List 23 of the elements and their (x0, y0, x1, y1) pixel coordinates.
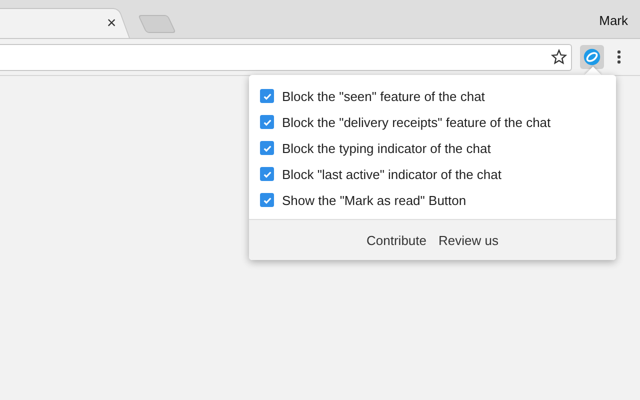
checkmark-icon (262, 196, 272, 204)
checkbox[interactable] (260, 115, 274, 129)
checkbox[interactable] (260, 89, 274, 103)
browser-tab[interactable]: × (0, 8, 130, 38)
checkmark-icon (262, 118, 272, 126)
star-icon[interactable] (551, 49, 567, 65)
extension-button[interactable] (580, 45, 604, 69)
option-label: Block the typing indicator of the chat (282, 140, 491, 156)
profile-name[interactable]: Mark (599, 13, 628, 28)
checkmark-icon (262, 144, 272, 152)
checkmark-icon (262, 92, 272, 100)
option-label: Block the "delivery receipts" feature of the chat (282, 114, 551, 130)
footer-link[interactable]: Review us (438, 232, 498, 248)
footer-link[interactable]: Contribute (366, 232, 426, 248)
close-tab-button[interactable]: × (106, 14, 116, 32)
option-label: Block "last active" indicator of the chat (282, 166, 502, 182)
menu-icon[interactable] (617, 50, 621, 64)
checkbox[interactable] (260, 167, 274, 181)
checkbox[interactable] (260, 193, 274, 207)
option-label: Block the "seen" feature of the chat (282, 88, 485, 104)
checkmark-icon (262, 170, 272, 178)
option-label: Show the "Mark as read" Button (282, 192, 466, 208)
checkbox[interactable] (260, 141, 274, 155)
